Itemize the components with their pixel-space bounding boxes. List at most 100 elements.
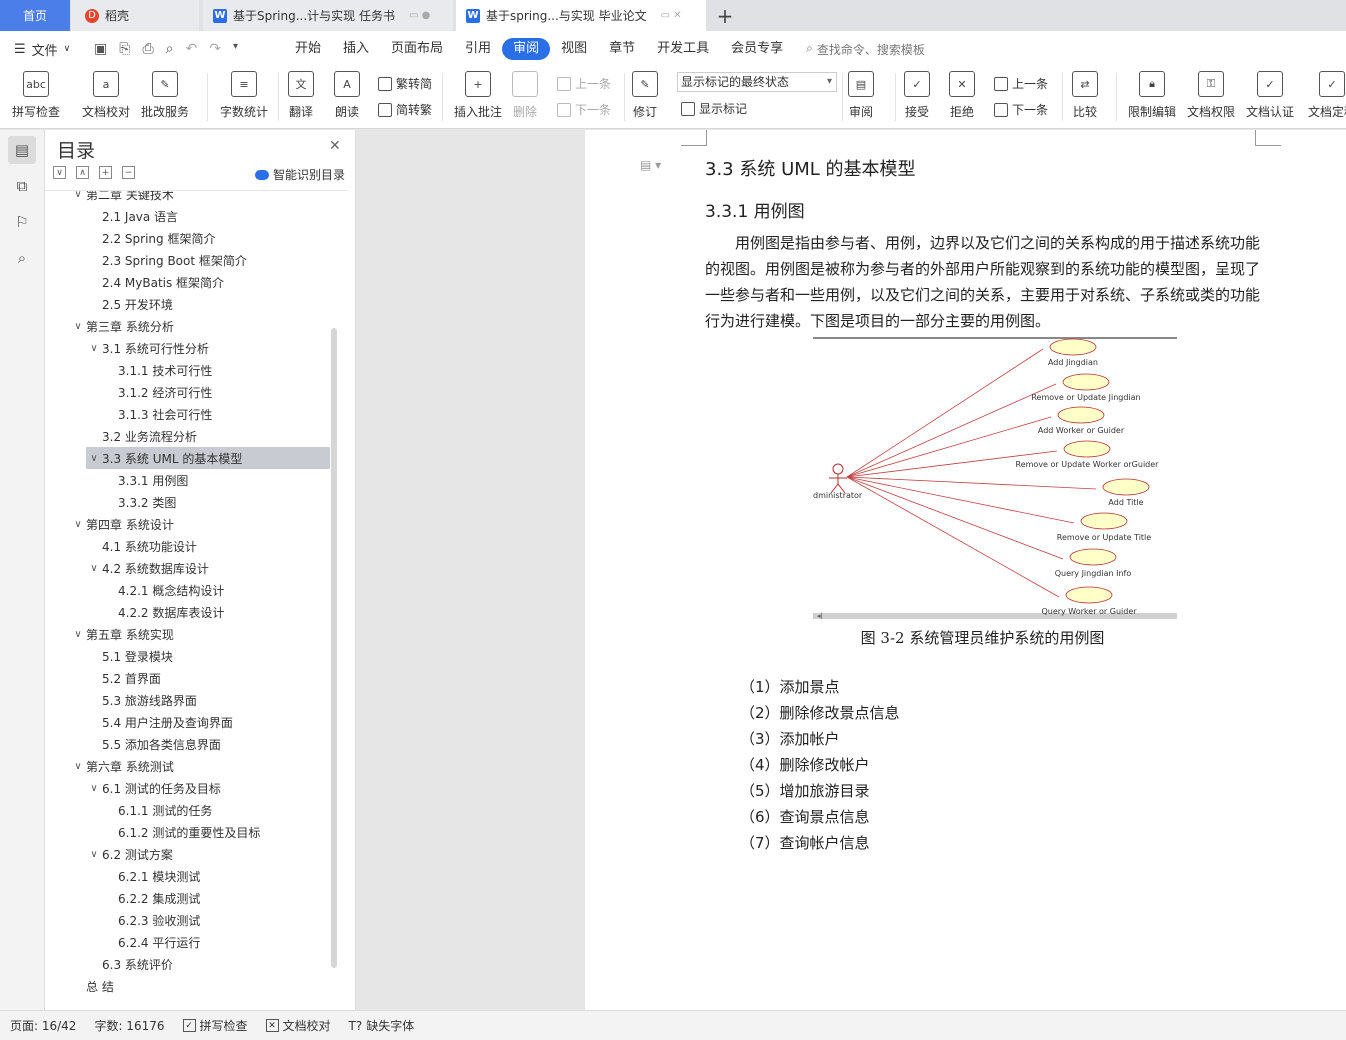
- chevron-down-icon[interactable]: ∨: [86, 849, 102, 860]
- toc-item[interactable]: ∨ 6.1 测试的任务及目标: [86, 777, 330, 799]
- word-count-button[interactable]: ≡ 字数统计: [220, 71, 268, 120]
- toc-item[interactable]: 5.4 用户注册及查询界面: [86, 711, 330, 733]
- review-pane-button[interactable]: ▤ 审阅: [848, 71, 874, 120]
- toc-item[interactable]: 6.1.1 测试的任务: [102, 799, 330, 821]
- toc-item[interactable]: 3.3.1 用例图: [102, 469, 330, 491]
- batch-revise-button[interactable]: ✎ 批改服务: [141, 71, 189, 120]
- chevron-down-icon[interactable]: ∨: [70, 761, 86, 772]
- paragraph-handle-icon[interactable]: ▤ ▾: [640, 158, 661, 172]
- accept-button[interactable]: ✓ 接受: [904, 71, 930, 120]
- simp-to-trad-button[interactable]: 简转繁: [378, 101, 432, 118]
- toc-item[interactable]: 6.2.1 模块测试: [102, 865, 330, 887]
- toc-item[interactable]: 3.3.2 类图: [102, 491, 330, 513]
- page-indicator[interactable]: 页面: 16/42: [10, 1017, 76, 1034]
- toc-item[interactable]: 2.1 Java 语言: [86, 205, 330, 227]
- preview-icon[interactable]: ⌕: [166, 41, 174, 57]
- menu-tab[interactable]: 开发工具: [646, 38, 720, 60]
- menu-tab[interactable]: 会员专享: [720, 38, 794, 60]
- close-icon[interactable]: ✕: [329, 138, 341, 154]
- doc-rights-button[interactable]: ⚿ 文档权限: [1187, 71, 1235, 120]
- read-aloud-button[interactable]: A 朗读: [334, 71, 360, 120]
- doc-finalize-button[interactable]: ✓ 文档定稿: [1308, 71, 1346, 120]
- menu-tab[interactable]: 页面布局: [380, 38, 454, 60]
- spell-check-toggle[interactable]: ✓ 拼写检查: [182, 1017, 248, 1034]
- remove-heading-icon[interactable]: −: [122, 166, 135, 179]
- toc-item[interactable]: ∨ 6.2 测试方案: [86, 843, 330, 865]
- toc-item[interactable]: 3.1.1 技术可行性: [102, 359, 330, 381]
- toc-item[interactable]: 5.5 添加各类信息界面: [86, 733, 330, 755]
- toc-item[interactable]: ∨ 3.3 系统 UML 的基本模型: [86, 447, 330, 469]
- toc-item[interactable]: 总 结: [70, 975, 330, 997]
- expand-all-icon[interactable]: ∧: [76, 166, 89, 179]
- chevron-down-icon[interactable]: ∨: [70, 321, 86, 332]
- more-icon[interactable]: ▾: [233, 41, 238, 57]
- file-menu[interactable]: ☰ 文件 ∨: [0, 40, 88, 59]
- tab-doc-task[interactable]: W 基于Spring...计与实现 任务书 ▭ ●: [203, 0, 453, 31]
- toc-item[interactable]: ∨ 第六章 系统测试: [70, 755, 330, 777]
- toc-item[interactable]: 6.2.3 验收测试: [102, 909, 330, 931]
- menu-tab[interactable]: 开始: [284, 38, 332, 60]
- search-icon[interactable]: ⌕: [12, 248, 32, 268]
- redo-icon[interactable]: ↷: [209, 41, 221, 57]
- doc-proof-button[interactable]: a 文档校对: [82, 71, 130, 120]
- chevron-down-icon[interactable]: ∨: [86, 563, 102, 574]
- compare-button[interactable]: ⇄ 比较: [1072, 71, 1098, 120]
- spell-check-button[interactable]: abc 拼写检查: [12, 71, 60, 120]
- doc-cert-button[interactable]: ✓ 文档认证: [1246, 71, 1294, 120]
- new-tab-button[interactable]: +: [712, 0, 738, 31]
- print-icon[interactable]: ⎙: [142, 41, 153, 57]
- show-markup-button[interactable]: 显示标记: [681, 100, 747, 117]
- chapter-nav-icon[interactable]: ⧉: [12, 176, 32, 196]
- toc-item[interactable]: 2.2 Spring 框架简介: [86, 227, 330, 249]
- restrict-edit-button[interactable]: 🔒︎ 限制编辑: [1128, 71, 1176, 120]
- menu-tab[interactable]: 审阅: [502, 38, 551, 60]
- toc-item[interactable]: 2.4 MyBatis 框架简介: [86, 271, 330, 293]
- toc-item[interactable]: 4.2.1 概念结构设计: [102, 579, 330, 601]
- chevron-down-icon[interactable]: ∨: [86, 783, 102, 794]
- next-change-button[interactable]: 下一条: [994, 101, 1048, 118]
- chevron-down-icon[interactable]: ∨: [86, 343, 102, 354]
- toc-item[interactable]: ∨ 第五章 系统实现: [70, 623, 330, 645]
- toc-item[interactable]: 2.5 开发环境: [86, 293, 330, 315]
- bookmark-icon[interactable]: ⚐: [12, 212, 32, 232]
- prev-change-button[interactable]: 上一条: [994, 75, 1048, 92]
- tab-doc-thesis[interactable]: W 基于spring...与实现 毕业论文 ▭ ✕: [456, 0, 706, 31]
- undo-icon[interactable]: ↶: [185, 41, 197, 57]
- toc-item[interactable]: 3.2 业务流程分析: [86, 425, 330, 447]
- chevron-down-icon[interactable]: ∨: [86, 453, 102, 464]
- save-icon[interactable]: ▣: [94, 41, 107, 57]
- tab-daoke[interactable]: D 稻壳: [71, 0, 199, 31]
- export-icon[interactable]: ⎘: [119, 41, 130, 57]
- delete-comment-button[interactable]: 删除: [512, 71, 538, 120]
- chevron-down-icon[interactable]: ∨: [70, 629, 86, 640]
- insert-comment-button[interactable]: + 插入批注: [454, 71, 502, 120]
- tab-close-icon[interactable]: ▭ ✕: [661, 10, 682, 21]
- toc-item[interactable]: 2.3 Spring Boot 框架简介: [86, 249, 330, 271]
- tab-close-icon[interactable]: ▭ ●: [409, 10, 430, 21]
- smart-toc-button[interactable]: 智能识别目录: [255, 166, 345, 183]
- toc-panel-icon[interactable]: ▤: [8, 136, 36, 164]
- toc-item[interactable]: 4.1 系统功能设计: [86, 535, 330, 557]
- toc-item[interactable]: 6.3 系统评价: [86, 953, 330, 975]
- toc-item[interactable]: 6.1.2 测试的重要性及目标: [102, 821, 330, 843]
- toc-item[interactable]: ∨ 第三章 系统分析: [70, 315, 330, 337]
- trad-to-simp-button[interactable]: 繁转简: [378, 75, 432, 92]
- command-search[interactable]: ⌕ 查找命令、搜索模板: [806, 41, 925, 58]
- track-changes-button[interactable]: ✎ 修订: [632, 71, 658, 120]
- translate-button[interactable]: 文翻译: [288, 71, 314, 120]
- toc-item[interactable]: 6.2.2 集成测试: [102, 887, 330, 909]
- toc-scrollbar[interactable]: [331, 328, 337, 968]
- word-count-indicator[interactable]: 字数: 16176: [94, 1017, 164, 1034]
- doc-proof-toggle[interactable]: ✕ 文档校对: [265, 1017, 331, 1034]
- markup-state-select[interactable]: 显示标记的最终状态: [677, 72, 837, 92]
- next-comment-button[interactable]: 下一条: [557, 101, 611, 118]
- toc-item[interactable]: ∨ 3.1 系统可行性分析: [86, 337, 330, 359]
- toc-item[interactable]: 5.2 首界面: [86, 667, 330, 689]
- toc-item[interactable]: 5.1 登录模块: [86, 645, 330, 667]
- menu-tab[interactable]: 插入: [332, 38, 380, 60]
- toc-item[interactable]: 3.1.2 经济可行性: [102, 381, 330, 403]
- tab-home[interactable]: 首页: [0, 0, 70, 31]
- missing-font-button[interactable]: T? 缺失字体: [349, 1017, 415, 1034]
- menu-tab[interactable]: 引用: [454, 38, 502, 60]
- menu-tab[interactable]: 视图: [550, 38, 598, 60]
